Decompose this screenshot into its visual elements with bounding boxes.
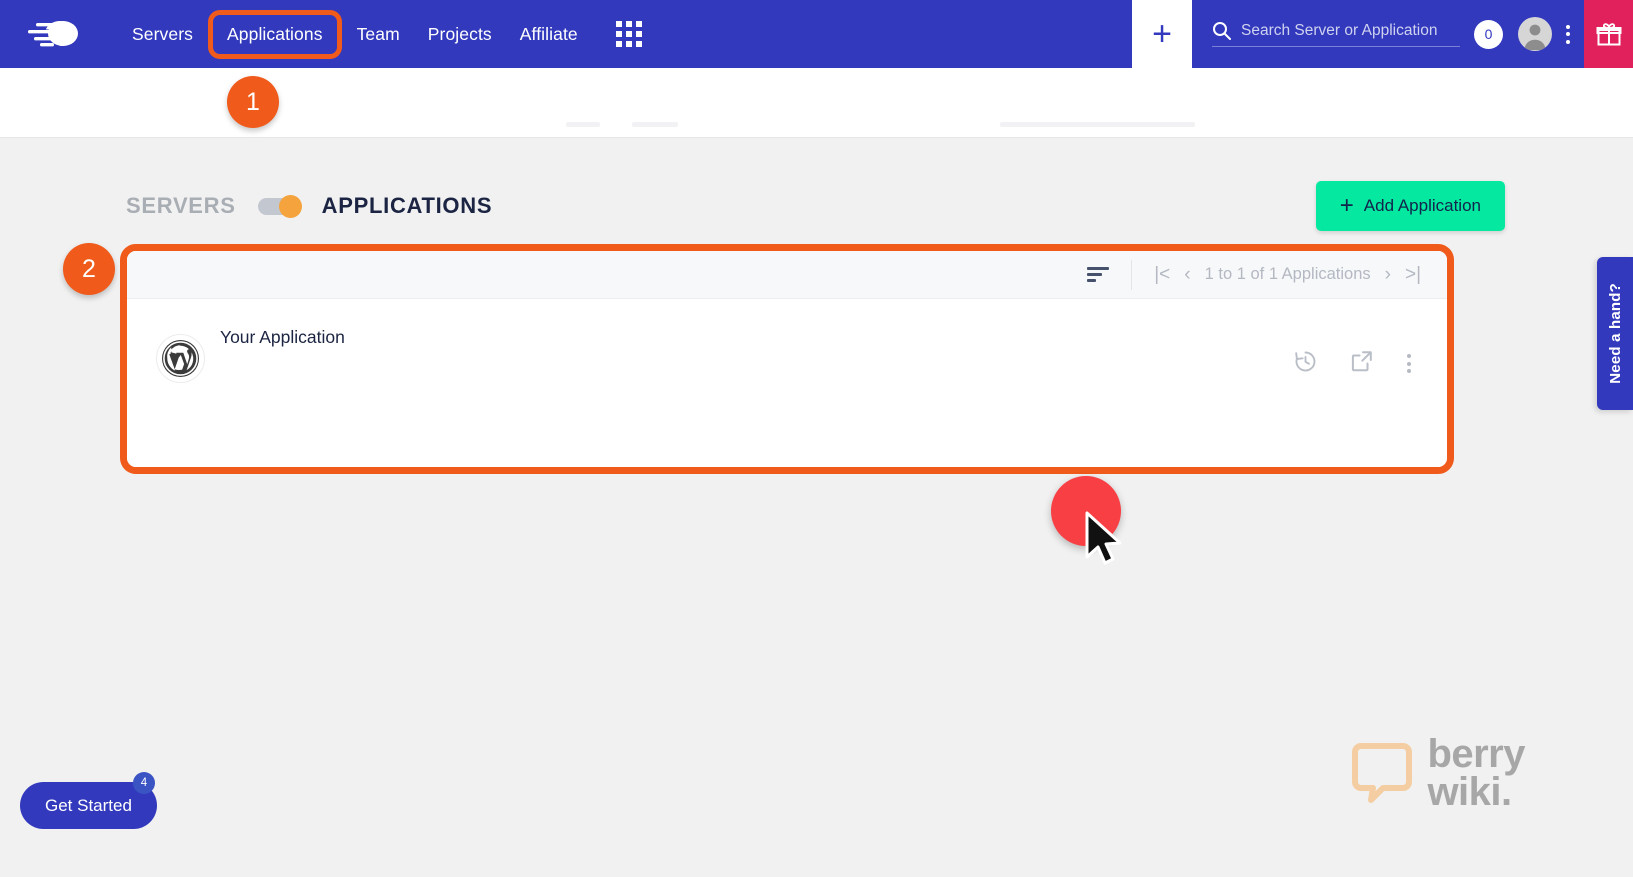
search-icon [1212,21,1231,40]
nav-link-team[interactable]: Team [343,15,414,54]
card-header: |< ‹ 1 to 1 of 1 Applications › >| [127,251,1447,299]
step-badge-1: 1 [227,76,279,128]
restore-history-icon[interactable] [1294,350,1317,378]
search-box[interactable] [1212,21,1460,47]
applications-card-highlight: |< ‹ 1 to 1 of 1 Applications › >| Your … [120,244,1454,474]
plus-icon: + [1339,192,1354,219]
need-a-hand-label: Need a hand? [1606,283,1624,384]
breadcrumb-placeholder [566,122,600,127]
table-row[interactable]: Your Application [127,299,1447,467]
servers-applications-toggle[interactable] [257,194,302,218]
navbar-right: + 0 [1132,0,1633,68]
breadcrumb-placeholder [1000,122,1195,127]
add-application-label: Add Application [1363,196,1481,215]
next-page-button[interactable]: › [1385,265,1391,284]
notification-count-badge[interactable]: 0 [1474,19,1503,49]
watermark-text: berry wiki. [1427,732,1525,814]
mouse-cursor [1083,511,1127,571]
prev-page-button[interactable]: ‹ [1184,265,1190,284]
berrywiki-watermark: berry wiki. [1349,732,1525,814]
nav-link-affiliate[interactable]: Affiliate [506,15,592,54]
get-started-badge: 4 [133,772,155,794]
speech-bubble-icon [1352,743,1413,803]
apps-grid-icon[interactable] [615,21,642,47]
search-input[interactable] [1241,21,1460,40]
top-navbar: Servers Applications Team Projects Affil… [0,0,1633,68]
primary-nav: Servers Applications Team Projects Affil… [118,9,642,59]
applications-card: |< ‹ 1 to 1 of 1 Applications › >| Your … [127,251,1447,467]
add-application-button[interactable]: + Add Application [1315,181,1505,231]
gift-icon[interactable] [1584,0,1633,68]
row-more-options-icon[interactable] [1407,354,1411,373]
watermark-line-2: wiki. [1427,770,1512,814]
segment-servers-label[interactable]: SERVERS [126,193,236,219]
watermark-line-1: berry [1427,732,1525,776]
pagination-text: 1 to 1 of 1 Applications [1204,265,1371,283]
nav-link-servers[interactable]: Servers [118,15,207,54]
step-badge-2: 2 [63,243,115,295]
user-avatar[interactable] [1518,17,1552,51]
open-external-icon[interactable] [1350,349,1374,378]
application-name[interactable]: Your Application [220,327,345,348]
app-root: Servers Applications Team Projects Affil… [0,0,1633,877]
segment-applications-label[interactable]: APPLICATIONS [322,193,493,219]
first-page-button[interactable]: |< [1154,265,1170,284]
row-actions [1294,349,1411,378]
pagination: |< ‹ 1 to 1 of 1 Applications › >| [1131,259,1421,290]
nav-link-projects[interactable]: Projects [414,15,506,54]
servers-applications-switcher: SERVERS APPLICATIONS [126,193,492,219]
toggle-knob [278,194,302,218]
more-options-icon[interactable] [1566,24,1570,44]
cloudways-logo[interactable] [20,12,96,56]
add-new-button[interactable]: + [1132,0,1192,68]
nav-link-applications[interactable]: Applications [208,9,342,59]
wordpress-icon [156,334,205,383]
last-page-button[interactable]: >| [1405,265,1421,284]
need-a-hand-tab[interactable]: Need a hand? [1597,257,1633,410]
breadcrumb-placeholder [632,122,678,127]
sort-filter-icon[interactable] [1087,267,1131,282]
